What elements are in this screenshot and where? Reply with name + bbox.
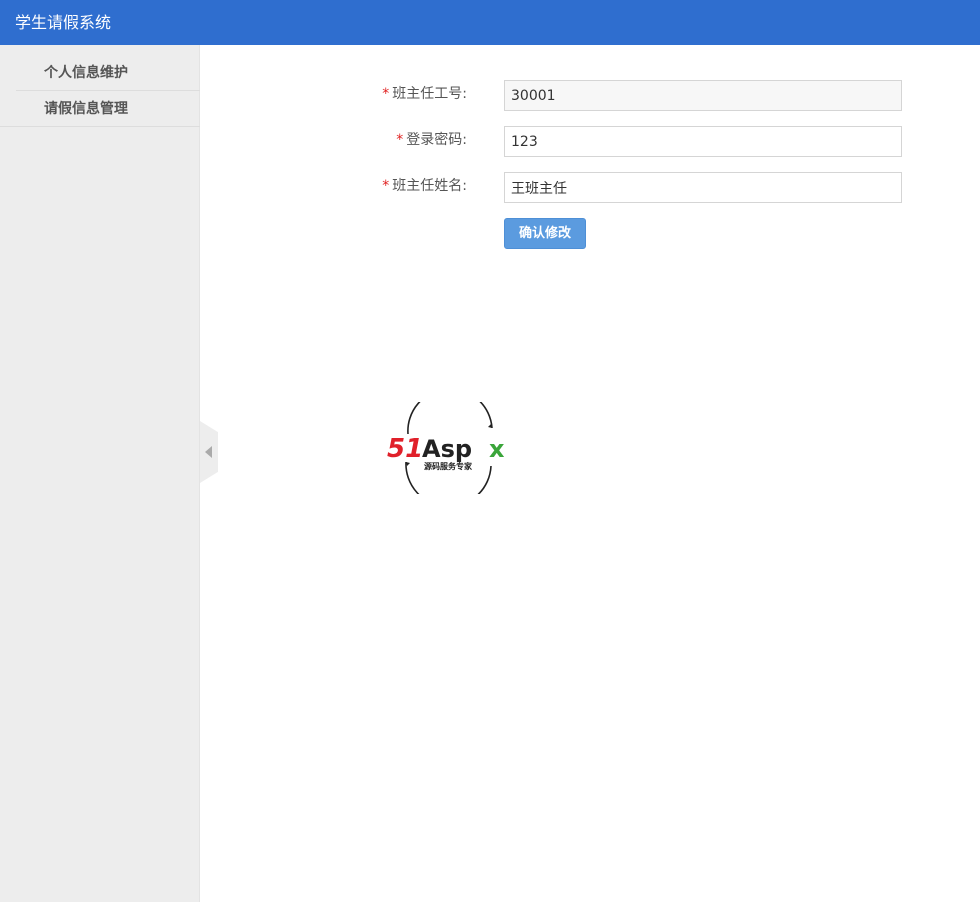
svg-text:x: x (489, 435, 505, 463)
required-mark: * (396, 132, 404, 148)
app-title: 学生请假系统 (15, 13, 112, 32)
chevron-left-icon (205, 446, 212, 458)
app-header: 学生请假系统 (0, 0, 980, 45)
sidebar-item-personal-info[interactable]: 个人信息维护 (16, 55, 200, 91)
teacher-id-input[interactable] (504, 80, 902, 111)
confirm-button[interactable]: 确认修改 (504, 218, 586, 249)
svg-text:源码服务专家: 源码服务专家 (424, 461, 473, 471)
sidebar: 个人信息维护 请假信息管理 (0, 45, 200, 902)
svg-text:51: 51 (387, 434, 423, 464)
teacher-name-input[interactable] (504, 172, 902, 203)
svg-text:Asp: Asp (422, 435, 472, 463)
sidebar-collapse-handle[interactable] (200, 421, 218, 483)
form-row-teacher-id: * 班主任工号: (200, 80, 980, 111)
sidebar-item-leave-management[interactable]: 请假信息管理 (0, 91, 200, 127)
sidebar-item-label: 个人信息维护 (44, 65, 128, 81)
required-mark: * (382, 178, 390, 194)
51aspx-logo: 51 Asp x 源码服务专家 (387, 402, 505, 494)
form-row-password: * 登录密码: (200, 126, 980, 157)
required-mark: * (382, 86, 390, 102)
teacher-name-label: * 班主任姓名: (382, 178, 467, 194)
sidebar-item-label: 请假信息管理 (44, 101, 128, 117)
teacher-id-label: * 班主任工号: (382, 86, 467, 102)
form-row-teacher-name: * 班主任姓名: (200, 172, 980, 203)
password-input[interactable] (504, 126, 902, 157)
password-label: * 登录密码: (396, 132, 467, 148)
